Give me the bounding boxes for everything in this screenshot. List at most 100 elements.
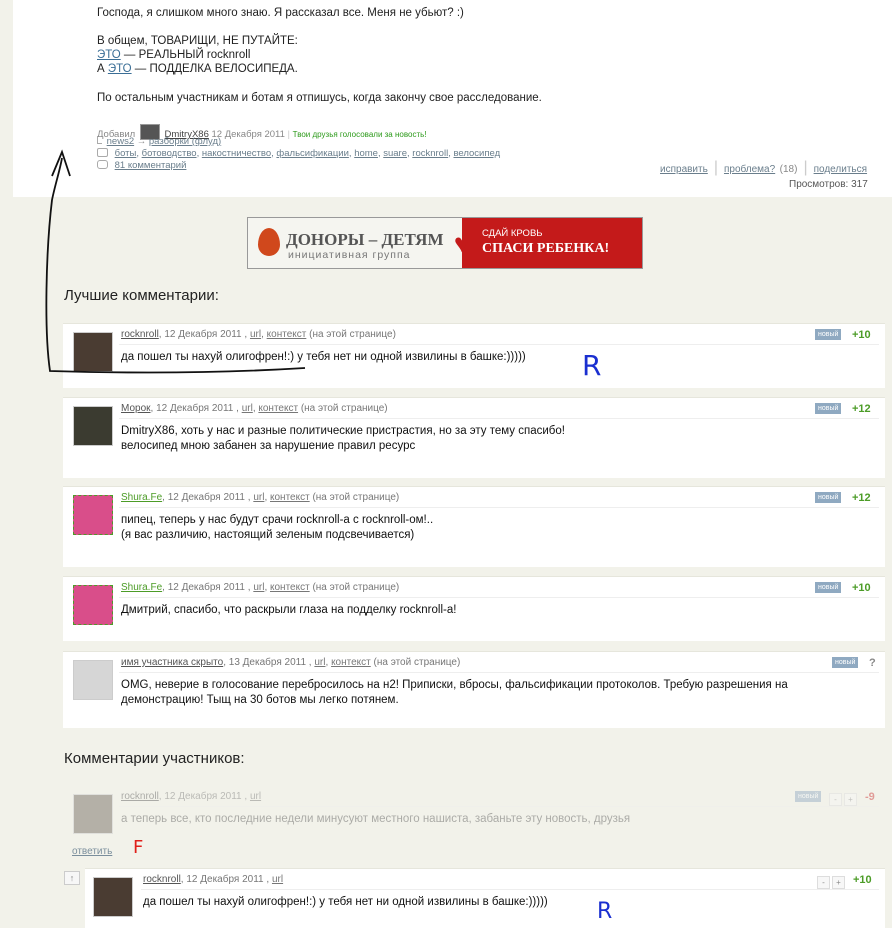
comment-text-line: велосипед мною забанен за нарушение прав… xyxy=(121,439,416,452)
on-page-label: (на этой странице) xyxy=(300,403,388,414)
tag-link[interactable]: фальсификации xyxy=(276,148,348,159)
comment-author[interactable]: rocknroll xyxy=(121,791,159,802)
comment-text-line: да пошел ты нахуй олигофрен!:) у тебя не… xyxy=(121,351,526,363)
real-text: — РЕАЛЬНЫЙ rocknroll xyxy=(120,49,251,61)
crumb-news2[interactable]: news2 xyxy=(107,136,134,147)
problem-link[interactable]: проблема? xyxy=(724,164,775,175)
banner-right-main: СПАСИ РЕБЕНКА! xyxy=(482,241,610,256)
banner-left: ДОНОРЫ – ДЕТЯМ инициативная группа xyxy=(248,218,462,268)
banner-right: ♥ СДАЙ КРОВЬ СПАСИ РЕБЕНКА! xyxy=(454,218,642,268)
comment-context-link[interactable]: контекст xyxy=(267,329,307,340)
crumb-flood[interactable]: разборки (флуд) xyxy=(149,136,221,147)
comment-text-line: DmitryX86, хоть у нас и разные политичес… xyxy=(121,425,565,437)
new-badge: новый xyxy=(815,403,842,414)
share-link[interactable]: поделиться xyxy=(814,164,867,175)
real-link[interactable]: ЭТО xyxy=(97,49,121,61)
comment-date: , 13 Декабря 2011 , xyxy=(223,657,312,668)
comment-author[interactable]: Shura.Fe xyxy=(121,582,162,593)
member-comment-faded: rocknroll, 12 Декабря 2011 , url а тепер… xyxy=(63,786,885,857)
comment-url-link[interactable]: url xyxy=(253,492,264,503)
member-comment: rocknroll, 12 Декабря 2011 , url да поше… xyxy=(85,868,885,928)
comment-url-link[interactable]: url xyxy=(314,657,325,668)
comment-context-link[interactable]: контекст xyxy=(270,492,310,503)
friends-voted: Твои друзья голосовали за новость! xyxy=(292,130,427,139)
tag-link[interactable]: rocknroll xyxy=(412,148,448,159)
comment-text-line: OMG, неверие в голосование перебросилось… xyxy=(121,679,788,691)
new-badge: новый xyxy=(832,657,859,668)
tag-link[interactable]: велосипед xyxy=(453,148,500,159)
comment-text: да пошел ты нахуй олигофрен!:) у тебя не… xyxy=(143,896,548,908)
tag-link[interactable]: накостничество xyxy=(202,148,271,159)
comment-header: Shura.Fe, 12 Декабря 2011 , url, контекс… xyxy=(121,582,400,593)
comment-author[interactable]: Shura.Fe xyxy=(121,492,162,503)
views-count: Просмотров: 317 xyxy=(789,179,868,190)
tag-link[interactable]: ботоводство xyxy=(142,148,197,159)
comment-author[interactable]: rocknroll xyxy=(121,329,159,340)
comment-text: OMG, неверие в голосование перебросилось… xyxy=(121,678,788,707)
comment-bubble-icon xyxy=(97,160,108,169)
best-comment: Shura.Fe, 12 Декабря 2011 , url, контекс… xyxy=(63,486,885,567)
parent-comment-button[interactable]: ↑ xyxy=(64,871,80,885)
comment-url-link[interactable]: url xyxy=(250,791,261,802)
avatar[interactable] xyxy=(73,585,113,625)
avatar[interactable] xyxy=(73,332,113,372)
avatar[interactable] xyxy=(73,406,113,446)
new-badge: новый xyxy=(815,492,842,503)
comment-url-link[interactable]: url xyxy=(242,403,253,414)
on-page-label: (на этой странице) xyxy=(373,657,461,668)
post-line-general: В общем, ТОВАРИЩИ, НЕ ПУТАЙТЕ: xyxy=(97,35,298,47)
comment-text: Дмитрий, спасибо, что раскрыли глаза на … xyxy=(121,603,456,618)
best-comment: имя участника скрыто, 13 Декабря 2011 , … xyxy=(63,651,885,728)
avatar[interactable] xyxy=(73,794,113,834)
comment-text: пипец, теперь у нас будут срачи rocknrol… xyxy=(121,513,433,542)
comment-header: имя участника скрыто, 13 Декабря 2011 , … xyxy=(121,657,461,668)
comment-date: , 12 Декабря 2011 , xyxy=(158,329,248,340)
breadcrumb: news2 → разборки (флуд) xyxy=(97,136,221,147)
comment-date: , 12 Декабря 2011 , xyxy=(150,403,239,414)
banner-left-sub: инициативная группа xyxy=(288,249,411,261)
donor-banner[interactable]: ДОНОРЫ – ДЕТЯМ инициативная группа ♥ СДА… xyxy=(247,217,643,269)
comment-header: rocknroll, 12 Декабря 2011 , url xyxy=(121,791,261,802)
avatar[interactable] xyxy=(73,660,113,700)
comment-date: , 12 Декабря 2011 , xyxy=(158,791,248,802)
vote-plus-button[interactable]: + xyxy=(832,876,845,889)
fake-link[interactable]: ЭТО xyxy=(108,63,132,75)
comment-context-link[interactable]: контекст xyxy=(331,657,371,668)
avatar[interactable] xyxy=(93,877,133,917)
comment-date: , 12 Декабря 2011 , xyxy=(180,874,270,885)
tag-link[interactable]: home xyxy=(354,148,378,159)
edit-link[interactable]: исправить xyxy=(660,164,708,175)
banner-left-title: ДОНОРЫ – ДЕТЯМ xyxy=(286,230,444,249)
new-badge: новый xyxy=(795,791,822,802)
post-paragraph: Господа, я слишком много знаю. Я рассказ… xyxy=(97,7,464,19)
comments-count-link[interactable]: 81 комментарий xyxy=(115,160,187,171)
reply-link[interactable]: ответить xyxy=(72,846,112,857)
avatar[interactable] xyxy=(73,495,113,535)
new-badge: новый xyxy=(815,582,842,593)
tag-link[interactable]: боты xyxy=(115,148,137,159)
comment-header: Shura.Fe, 12 Декабря 2011 , url, контекс… xyxy=(121,492,400,503)
vote-plus-button[interactable]: + xyxy=(844,793,857,806)
comment-score: +10 xyxy=(852,329,871,341)
comment-date: , 12 Декабря 2011 , xyxy=(162,492,251,503)
tag-link[interactable]: suare xyxy=(383,148,407,159)
vote-minus-button[interactable]: - xyxy=(817,876,830,889)
comment-author[interactable]: Морок xyxy=(121,403,151,414)
comments-row: 81 комментарий xyxy=(97,160,186,171)
vote-minus-button[interactable]: - xyxy=(829,793,842,806)
comment-url-link[interactable]: url xyxy=(272,874,283,885)
crumb-arrow: → xyxy=(136,136,147,147)
comment-context-link[interactable]: контекст xyxy=(258,403,298,414)
comment-context-link[interactable]: контекст xyxy=(270,582,310,593)
comment-score: +10 xyxy=(853,874,872,886)
fake-text: — ПОДДЕЛКА ВЕЛОСИПЕДА. xyxy=(131,63,298,75)
comment-author[interactable]: rocknroll xyxy=(143,874,181,885)
comment-url-link[interactable]: url xyxy=(253,582,264,593)
comment-text: да пошел ты нахуй олигофрен!:) у тебя не… xyxy=(121,350,526,365)
comment-author[interactable]: имя участника скрыто xyxy=(121,657,223,668)
post-date: 12 Декабря 2011 xyxy=(211,129,285,140)
comment-score: -9 xyxy=(865,791,875,803)
post-line-real: ЭТО — РЕАЛЬНЫЙ rocknroll xyxy=(97,48,250,63)
comment-text-line: демонстрацию! Тыщ на 30 ботов мы легко п… xyxy=(121,693,399,706)
comment-url-link[interactable]: url xyxy=(250,329,261,340)
